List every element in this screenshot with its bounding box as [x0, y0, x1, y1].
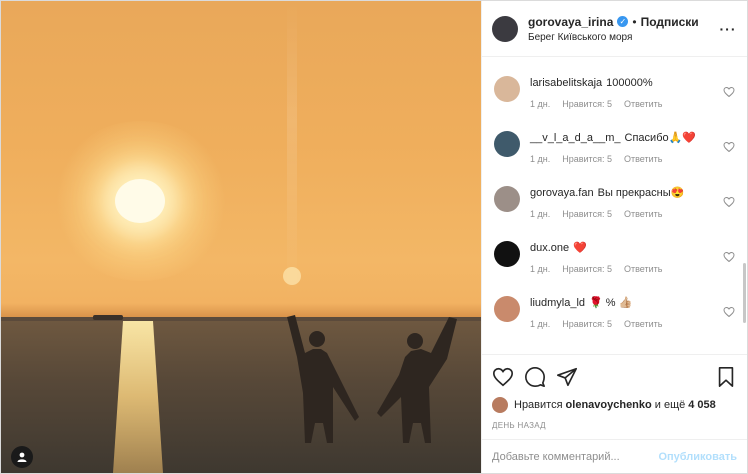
light-flare	[287, 1, 297, 301]
reply-button[interactable]: Ответить	[624, 319, 662, 329]
comments-scrollbar[interactable]	[743, 263, 746, 323]
comment-avatar[interactable]	[494, 131, 520, 157]
person-icon	[17, 452, 27, 462]
comment-time[interactable]: 1 дн.	[530, 154, 550, 164]
comment-item: larisabelitskaja 100000% 1 дн. Нравится: …	[494, 70, 735, 125]
comment-item: liudmyla_ld 🌹 % 👍🏼 1 дн. Нравится: 5 Отве…	[494, 290, 735, 345]
comment-username[interactable]: dux.one	[530, 242, 569, 254]
comment-like-count[interactable]: Нравится: 5	[562, 264, 612, 274]
comment-item: dux.one ❤️ 1 дн. Нравится: 5 Ответить	[494, 235, 735, 290]
post-side-panel: gorovaya_irina ✓ • Подписки Берег Київсь…	[481, 1, 747, 473]
comment-text: 🌹 % 👍🏼	[589, 297, 633, 309]
comment-input[interactable]	[492, 450, 659, 463]
author-username[interactable]: gorovaya_irina	[528, 15, 613, 29]
comment-avatar[interactable]	[494, 296, 520, 322]
liker-avatar[interactable]	[492, 397, 508, 413]
add-comment-bar: Опубликовать	[482, 439, 747, 473]
reply-button[interactable]: Ответить	[624, 99, 662, 109]
liker-username[interactable]: olenavoychenko	[566, 399, 652, 411]
comments-list[interactable]: larisabelitskaja 100000% 1 дн. Нравится: …	[482, 58, 747, 354]
publish-button[interactable]: Опубликовать	[658, 451, 737, 463]
reply-button[interactable]: Ответить	[624, 209, 662, 219]
post-date[interactable]: ДЕНЬ НАЗАД	[492, 421, 737, 430]
comment-avatar[interactable]	[494, 241, 520, 267]
sun	[115, 179, 165, 223]
comment-text: Вы прекрасны😍	[597, 187, 685, 199]
comment-time[interactable]: 1 дн.	[530, 209, 550, 219]
following-button[interactable]: Подписки	[641, 15, 699, 29]
author-avatar[interactable]	[492, 15, 518, 42]
silhouettes	[287, 315, 457, 443]
like-heart-icon[interactable]	[492, 366, 514, 388]
comment-time[interactable]: 1 дн.	[530, 264, 550, 274]
header-meta: gorovaya_irina ✓ • Подписки Берег Київсь…	[528, 15, 719, 43]
comment-like-count[interactable]: Нравится: 5	[562, 154, 612, 164]
post-modal: gorovaya_irina ✓ • Подписки Берег Київсь…	[0, 0, 748, 474]
likes-count[interactable]: 4 058	[688, 399, 716, 411]
comment-username[interactable]: gorovaya.fan	[530, 187, 594, 199]
verified-badge-icon: ✓	[617, 16, 629, 27]
comment-time[interactable]: 1 дн.	[530, 319, 550, 329]
heart-outline-icon[interactable]	[723, 251, 735, 263]
comment-text: Спасибо🙏❤️	[624, 132, 697, 144]
comment-cutoff	[494, 58, 735, 70]
comment-item: __v_l_a_d_a__m_ Спасибо🙏❤️ 1 дн. Нравится…	[494, 125, 735, 180]
lens-flare	[283, 267, 301, 285]
comment-text: ❤️	[573, 242, 587, 254]
comment-username[interactable]: __v_l_a_d_a__m_	[530, 132, 621, 144]
user-tag-button[interactable]	[11, 446, 33, 468]
more-dots-icon[interactable]: ···	[719, 21, 737, 37]
post-photo[interactable]	[1, 1, 481, 473]
heart-outline-icon[interactable]	[723, 141, 735, 153]
likes-summary[interactable]: Нравится olenavoychenko и ещё 4 058	[492, 397, 737, 413]
share-send-icon[interactable]	[556, 366, 578, 388]
comment-username[interactable]: liudmyla_ld	[530, 297, 585, 309]
comment-bubble-icon[interactable]	[524, 366, 546, 388]
post-actions: Нравится olenavoychenko и ещё 4 058 ДЕНЬ…	[482, 354, 747, 430]
comment-like-count[interactable]: Нравится: 5	[562, 209, 612, 219]
comment-text: 100000%	[606, 77, 653, 89]
comment-like-count[interactable]: Нравится: 5	[562, 99, 612, 109]
comment-avatar[interactable]	[494, 186, 520, 212]
likes-prefix: Нравится	[514, 399, 563, 411]
comment-time[interactable]: 1 дн.	[530, 99, 550, 109]
likes-suffix: и ещё	[654, 399, 686, 411]
separator-dot: •	[632, 14, 637, 29]
heart-outline-icon[interactable]	[723, 86, 735, 98]
boat	[93, 315, 123, 320]
reply-button[interactable]: Ответить	[624, 154, 662, 164]
comment-item: gorovaya.fan Вы прекрасны😍 1 дн. Нравится…	[494, 180, 735, 235]
reply-button[interactable]: Ответить	[624, 264, 662, 274]
post-location[interactable]: Берег Київського моря	[528, 32, 719, 43]
comment-username[interactable]: larisabelitskaja	[530, 77, 602, 89]
comment-avatar[interactable]	[494, 76, 520, 102]
heart-outline-icon[interactable]	[723, 306, 735, 318]
comment-like-count[interactable]: Нравится: 5	[562, 319, 612, 329]
heart-outline-icon[interactable]	[723, 196, 735, 208]
post-header: gorovaya_irina ✓ • Подписки Берег Київсь…	[482, 1, 747, 57]
bookmark-icon[interactable]	[715, 366, 737, 388]
